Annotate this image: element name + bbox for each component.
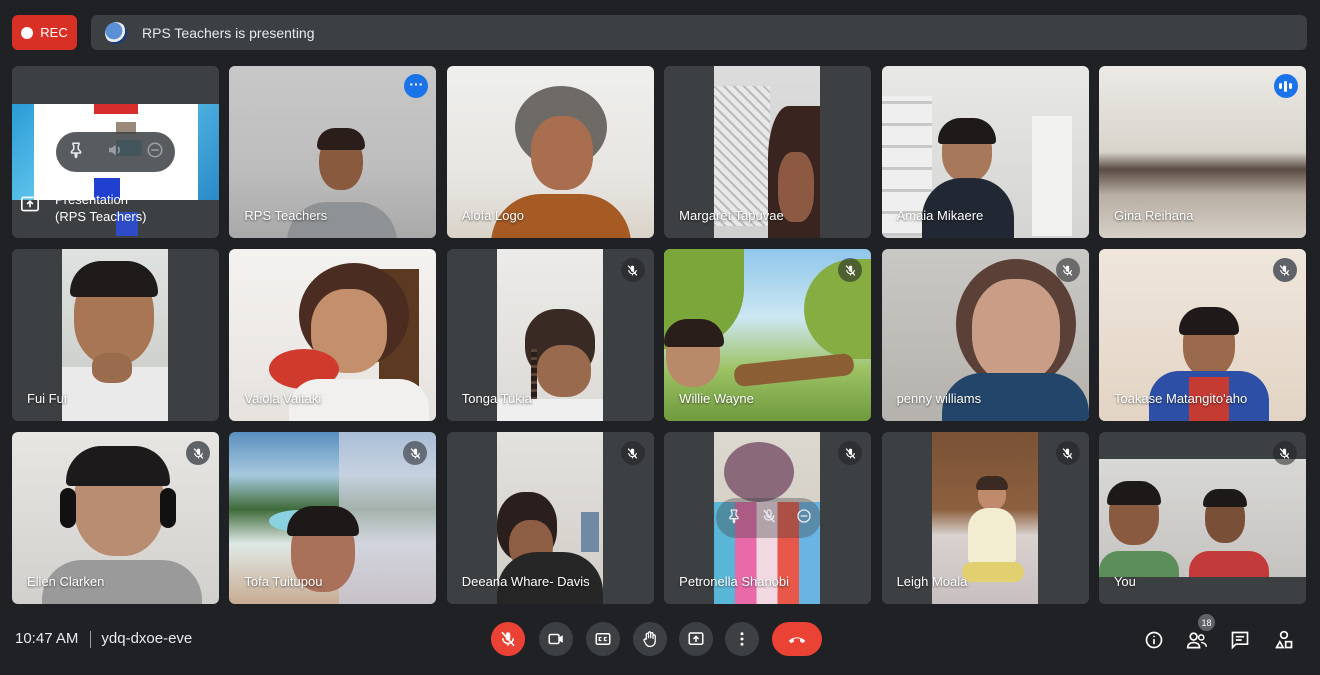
participant-tile[interactable]: Toakase Matangito'aho	[1098, 249, 1306, 421]
participant-grid: Presentation (RPS Teachers) ··· RPS Teac…	[12, 66, 1306, 604]
end-call-icon	[788, 637, 806, 644]
participant-name: Tofa Tuitupou	[244, 574, 323, 589]
present-icon	[20, 195, 40, 218]
more-options-button[interactable]	[725, 622, 759, 656]
mic-off-icon	[1272, 441, 1297, 465]
tile-hover-controls	[56, 132, 175, 172]
participant-tile[interactable]: Amaia Mikaere	[881, 66, 1089, 238]
meeting-info: 10:47 AM ydq-dxoe-eve	[15, 630, 192, 648]
participant-name: Willie Wayne	[679, 391, 754, 406]
present-now-button[interactable]	[679, 622, 713, 656]
rec-label: REC	[40, 25, 68, 40]
mic-off-icon	[1055, 258, 1080, 282]
mic-off-icon	[501, 631, 515, 647]
recording-indicator: REC	[12, 15, 77, 50]
participant-name: Petronella Shanobi	[679, 574, 790, 589]
participant-tile[interactable]: Deeana Whare- Davis	[446, 432, 654, 604]
mic-off-icon	[838, 441, 863, 465]
participant-name: Gina Reihana	[1113, 208, 1194, 223]
mic-off-icon	[620, 258, 645, 282]
people-icon	[1186, 632, 1208, 649]
participant-name: Tonga Tukia	[461, 391, 532, 406]
participant-name: Deeana Whare- Davis	[461, 574, 590, 589]
remove-icon[interactable]	[146, 141, 164, 164]
participant-tile[interactable]: Tonga Tukia	[446, 249, 654, 421]
participant-video	[62, 249, 168, 421]
participant-tile[interactable]: penny williams	[881, 249, 1089, 421]
participant-name: Fui Fui	[27, 391, 67, 406]
meeting-details-button[interactable]	[1143, 629, 1165, 651]
speaking-indicator-icon	[1273, 74, 1298, 98]
rec-dot-icon	[21, 26, 34, 39]
mic-off-icon	[1272, 258, 1297, 282]
mic-off-icon	[620, 441, 645, 465]
participant-tile[interactable]: ··· RPS Teachers	[229, 66, 437, 238]
participant-name: Leigh Moala	[896, 574, 968, 589]
participant-tile[interactable]: Gina Reihana	[1098, 66, 1306, 238]
end-call-button[interactable]	[772, 622, 822, 656]
activities-icon	[1275, 630, 1293, 649]
pin-icon[interactable]	[67, 141, 85, 164]
presentation-label: Presentation (RPS Teachers)	[55, 191, 147, 225]
meeting-code: ydq-dxoe-eve	[101, 630, 193, 647]
participant-name: Ellen Clarken	[27, 574, 105, 589]
participant-tile[interactable]: Alofa Logo	[446, 66, 654, 238]
participant-name: Margaret Tapuvae	[679, 208, 784, 223]
participant-name: penny williams	[896, 391, 982, 406]
more-options-icon	[740, 632, 744, 646]
presentation-label-line2: (RPS Teachers)	[55, 209, 147, 224]
participant-tile-self[interactable]: You	[1098, 432, 1306, 604]
tile-hover-controls	[716, 498, 822, 538]
participant-tile[interactable]: Tofa Tuitupou	[229, 432, 437, 604]
captions-button[interactable]	[586, 622, 620, 656]
participants-button[interactable]	[1186, 629, 1208, 651]
participant-tile[interactable]: Petronella Shanobi	[664, 432, 872, 604]
presentation-label-line1: Presentation	[55, 192, 128, 207]
presenting-banner: RPS Teachers is presenting	[91, 15, 1307, 50]
participant-name: Alofa Logo	[461, 208, 524, 223]
mic-off-icon[interactable]	[761, 508, 777, 529]
presentation-tile[interactable]: Presentation (RPS Teachers)	[12, 66, 219, 238]
clock-time: 10:47 AM	[15, 630, 79, 647]
activities-button[interactable]	[1273, 629, 1295, 651]
mic-off-icon	[838, 258, 863, 282]
participant-name: You	[1113, 574, 1136, 589]
participant-tile[interactable]: Ellen Clarken	[12, 432, 219, 604]
remove-icon[interactable]	[796, 508, 812, 529]
raise-hand-icon	[643, 631, 656, 648]
participant-count-badge: 18	[1198, 614, 1215, 631]
participant-tile[interactable]: Margaret Tapuvae	[664, 66, 872, 238]
participant-name: RPS Teachers	[244, 208, 328, 223]
microphone-toggle-button[interactable]	[491, 622, 525, 656]
participant-tile[interactable]: Fui Fui	[12, 249, 219, 421]
present-now-icon	[688, 632, 704, 645]
camera-toggle-button[interactable]	[539, 622, 573, 656]
participant-tile[interactable]: Vaiola Vaitaki	[229, 249, 437, 421]
chat-icon	[1231, 631, 1249, 650]
participant-video	[1098, 459, 1306, 577]
participant-name: Toakase Matangito'aho	[1113, 391, 1248, 406]
mic-off-icon	[1055, 441, 1080, 465]
participant-name: Vaiola Vaitaki	[244, 391, 322, 406]
participant-tile[interactable]: Leigh Moala	[881, 432, 1089, 604]
participant-tile[interactable]: Willie Wayne	[664, 249, 872, 421]
volume-icon[interactable]	[106, 141, 124, 164]
chat-button[interactable]	[1229, 629, 1251, 651]
participant-name: Amaia Mikaere	[896, 208, 984, 223]
captions-icon	[595, 633, 611, 645]
presenting-text: RPS Teachers is presenting	[142, 24, 315, 41]
presenter-avatar	[105, 21, 127, 44]
raise-hand-button[interactable]	[633, 622, 667, 656]
camera-icon	[548, 633, 563, 645]
divider	[90, 630, 92, 648]
pin-icon[interactable]	[726, 508, 742, 529]
mic-off-icon	[186, 441, 210, 465]
info-icon	[1145, 631, 1163, 649]
